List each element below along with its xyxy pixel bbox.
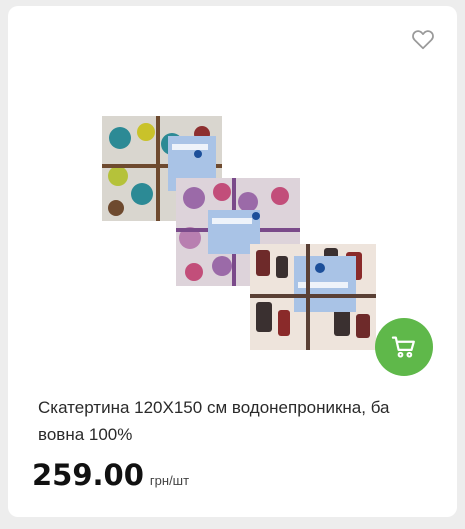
favorite-button[interactable]: [410, 26, 436, 52]
heart-outline-icon: [412, 30, 434, 50]
cart-icon: [391, 336, 415, 358]
price-unit: грн/шт: [149, 473, 190, 488]
price-value: 259.00: [32, 458, 144, 492]
product-image[interactable]: [98, 106, 388, 356]
product-card: Скатертина 120Х150 см водонепроникна, ба…: [8, 6, 457, 517]
add-to-cart-button[interactable]: [375, 318, 433, 376]
tablecloth-pack-jars: [250, 244, 376, 350]
product-title[interactable]: Скатертина 120Х150 см водонепроникна, ба…: [38, 394, 438, 448]
price-block: 259.00 грн/шт: [32, 458, 189, 492]
